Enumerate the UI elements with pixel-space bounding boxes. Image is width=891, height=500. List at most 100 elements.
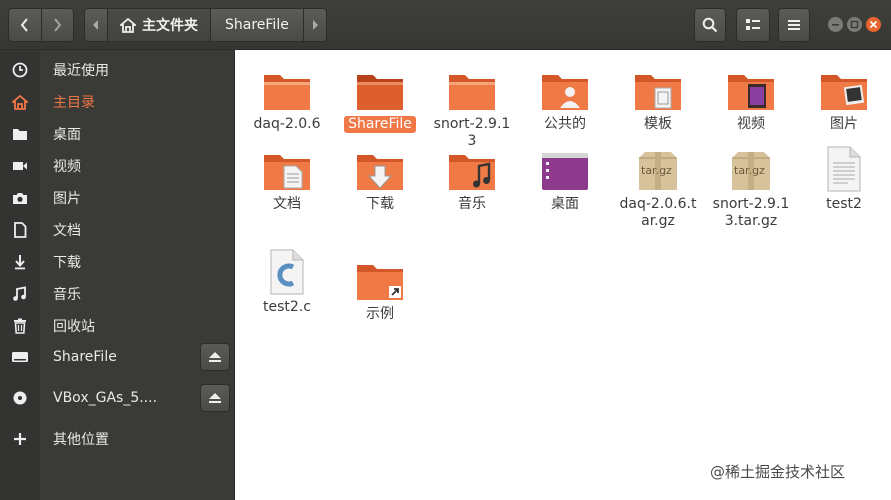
file-item[interactable]: 桌面 (519, 142, 611, 213)
file-name: 音乐 (458, 196, 486, 212)
back-button[interactable] (9, 9, 41, 41)
pictures-folder-icon (821, 75, 867, 110)
file-item[interactable]: 图片 (798, 62, 890, 133)
file-name: snort-2.9.13.tar.gz (712, 196, 790, 229)
sidebar-item-other-locations[interactable]: 其他位置 (0, 423, 235, 455)
archive-badge: tar.gz (734, 164, 765, 177)
back-arrow-icon (20, 18, 28, 32)
video-folder-icon (728, 75, 774, 110)
sidebar-item-documents[interactable]: 文档 (0, 214, 235, 246)
file-name: 图片 (830, 116, 858, 132)
sidebar: 最近使用 主目录 桌面 视频 图片 文档 下载 音乐 回收站 ShareFile (0, 50, 235, 500)
folder-icon (264, 75, 310, 110)
archive-badge: tar.gz (641, 164, 672, 177)
sidebar-item-label: 回收站 (53, 319, 95, 335)
file-item[interactable]: 视频 (705, 62, 797, 133)
c-source-icon (270, 249, 304, 295)
hamburger-menu-icon (788, 20, 800, 30)
eject-sharefile-button[interactable] (200, 343, 230, 371)
disc-icon (13, 391, 27, 405)
sidebar-item-pictures[interactable]: 图片 (0, 182, 235, 214)
list-view-icon (746, 19, 760, 30)
path-home-label: 主文件夹 (142, 18, 198, 34)
forward-button[interactable] (40, 9, 73, 41)
sidebar-item-label: 下载 (53, 255, 81, 271)
clock-icon (12, 62, 28, 78)
file-name: 公共的 (544, 116, 586, 132)
file-item[interactable]: test2.c (241, 245, 333, 316)
forward-arrow-icon (54, 18, 62, 32)
search-button[interactable] (694, 8, 726, 42)
file-name: test2.c (263, 299, 311, 315)
sidebar-item-recent[interactable]: 最近使用 (0, 54, 235, 86)
watermark-text: @稀土掘金技术社区 (710, 463, 846, 481)
file-item[interactable]: tar.gz snort-2.9.13.tar.gz (705, 142, 797, 230)
file-item[interactable]: tar.gz daq-2.0.6.tar.gz (612, 142, 704, 230)
file-item[interactable]: 示例 (334, 252, 426, 323)
path-right-arrow[interactable] (302, 9, 326, 41)
file-name: 下载 (366, 196, 394, 212)
path-home[interactable]: 主文件夹 (107, 9, 210, 41)
camera-icon (13, 193, 27, 204)
document-icon (14, 222, 27, 238)
music-icon (13, 286, 26, 301)
folder-icon (13, 129, 27, 140)
file-item[interactable]: daq-2.0.6 (241, 62, 333, 133)
file-name: daq-2.0.6.tar.gz (619, 196, 697, 229)
sidebar-item-label: 视频 (53, 159, 81, 175)
path-current-label: ShareFile (225, 17, 289, 33)
file-item[interactable]: 文档 (241, 142, 333, 213)
sidebar-item-label: ShareFile (53, 349, 117, 365)
home-icon (12, 94, 28, 110)
file-item[interactable]: 音乐 (426, 142, 518, 213)
sidebar-item-home[interactable]: 主目录 (0, 86, 235, 118)
chevron-left-icon (93, 20, 98, 30)
path-bar: 主文件夹 ShareFile (84, 8, 327, 42)
path-sharefile[interactable]: ShareFile (210, 9, 303, 41)
file-name: 示例 (366, 306, 394, 322)
sidebar-item-videos[interactable]: 视频 (0, 150, 235, 182)
documents-folder-icon (264, 155, 310, 190)
path-left-arrow[interactable] (85, 9, 107, 41)
maximize-button[interactable] (847, 17, 862, 32)
chevron-right-icon (312, 20, 318, 30)
close-icon (869, 20, 878, 29)
file-item[interactable]: 下载 (334, 142, 426, 213)
close-button[interactable] (866, 17, 881, 32)
file-item-selected[interactable]: ShareFile (334, 62, 426, 133)
sidebar-item-label: 最近使用 (53, 63, 109, 79)
watermark: @稀土掘金技术社区 (710, 461, 845, 482)
templates-folder-icon (635, 75, 681, 110)
file-name: 模板 (644, 116, 672, 132)
folder-icon (449, 75, 495, 110)
navigation-buttons (8, 8, 74, 42)
sidebar-item-label: 图片 (53, 191, 81, 207)
file-item[interactable]: 模板 (612, 62, 704, 133)
sidebar-item-downloads[interactable]: 下载 (0, 246, 235, 278)
video-icon (13, 162, 27, 170)
sidebar-item-music[interactable]: 音乐 (0, 278, 235, 310)
file-item[interactable]: snort-2.9.13 (426, 62, 518, 150)
eject-vbox-button[interactable] (200, 384, 230, 412)
file-item[interactable]: test2 (798, 142, 890, 213)
menu-button[interactable] (778, 8, 810, 42)
file-name: test2 (826, 196, 862, 212)
file-item[interactable]: 公共的 (519, 62, 611, 133)
examples-folder-icon (357, 265, 403, 300)
file-name: 文档 (273, 196, 301, 212)
sidebar-item-trash[interactable]: 回收站 (0, 310, 235, 342)
sidebar-item-label: 其他位置 (53, 432, 109, 448)
minimize-button[interactable] (828, 17, 843, 32)
text-file-icon (827, 146, 861, 192)
sidebar-item-label: 文档 (53, 223, 81, 239)
plus-icon (14, 433, 26, 445)
maximize-icon (850, 20, 859, 29)
sidebar-item-label: VBox_GAs_5.... (53, 390, 158, 406)
sidebar-item-label: 主目录 (53, 95, 95, 111)
view-toggle-button[interactable] (736, 8, 770, 42)
drive-icon (12, 352, 28, 362)
minimize-icon (832, 24, 839, 26)
home-icon (120, 17, 136, 33)
public-folder-icon (542, 75, 588, 110)
sidebar-item-desktop[interactable]: 桌面 (0, 118, 235, 150)
